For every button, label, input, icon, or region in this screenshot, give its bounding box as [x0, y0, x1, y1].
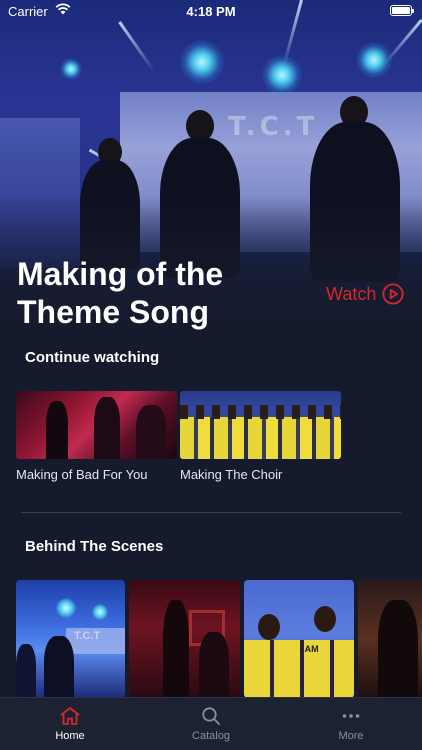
tab-bar: Home Catalog More	[0, 697, 422, 750]
stage-light	[60, 58, 82, 80]
video-title: Making of Bad For You	[16, 467, 148, 482]
clock: 4:18 PM	[186, 4, 236, 19]
home-icon	[60, 707, 80, 725]
video-title: Making The Choir	[180, 467, 283, 482]
light-beam	[118, 21, 156, 73]
behind-the-scenes-item[interactable]: T.C.T	[16, 580, 125, 698]
behind-the-scenes-item[interactable]: I AM	[244, 580, 354, 698]
tab-label: Home	[55, 730, 85, 742]
tab-more[interactable]: More	[311, 706, 391, 742]
play-circle-icon	[382, 283, 404, 305]
continue-watching-item[interactable]: Making of Bad For You	[16, 391, 177, 482]
tab-home[interactable]: Home	[30, 706, 110, 742]
hero-title: Making of the Theme Song	[17, 256, 224, 330]
video-thumbnail	[180, 391, 341, 459]
behind-the-scenes-item[interactable]	[358, 580, 422, 698]
watch-label: Watch	[326, 283, 377, 304]
video-thumbnail	[16, 391, 177, 459]
tab-catalog[interactable]: Catalog	[171, 706, 251, 742]
stage-light	[180, 40, 224, 84]
battery-icon	[390, 5, 414, 16]
search-icon	[202, 707, 220, 725]
status-bar: Carrier 4:18 PM	[0, 0, 422, 22]
stage-screen-text: T.C.T	[228, 112, 319, 142]
section-divider	[21, 512, 401, 513]
continue-watching-item[interactable]: Making The Choir	[180, 391, 341, 482]
stage-light	[356, 42, 392, 78]
tab-label: More	[338, 730, 364, 742]
thumb-text: I AM	[300, 644, 319, 654]
thumb-text: T.C.T	[74, 630, 101, 642]
behind-the-scenes-heading: Behind The Scenes	[25, 538, 164, 555]
more-icon	[342, 714, 360, 718]
tab-label: Catalog	[192, 730, 230, 742]
continue-watching-heading: Continue watching	[25, 349, 160, 366]
watch-button[interactable]: Watch	[326, 283, 404, 305]
behind-the-scenes-item[interactable]	[129, 580, 240, 698]
stage-light	[262, 55, 302, 95]
